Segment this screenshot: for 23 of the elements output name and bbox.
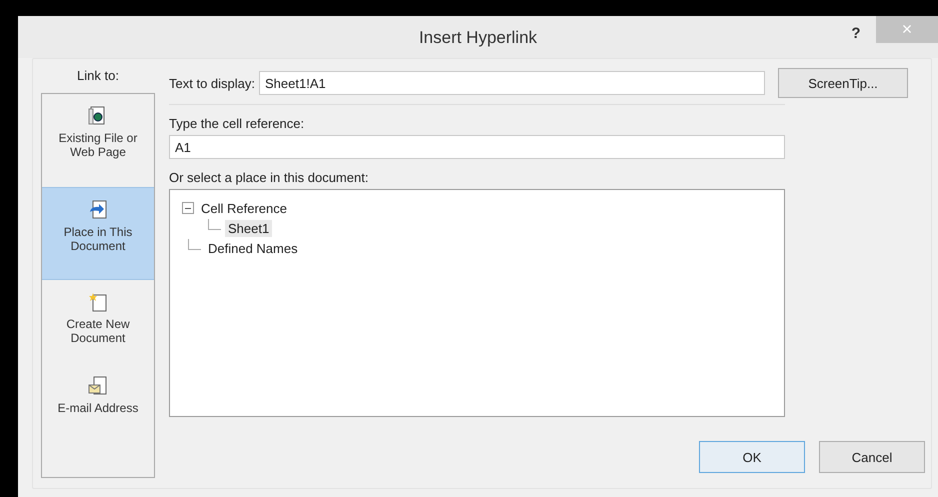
cell-reference-label: Type the cell reference: xyxy=(169,115,306,133)
screentip-button[interactable]: ScreenTip... xyxy=(778,68,908,98)
link-to-label: Link to: xyxy=(76,67,120,85)
text-to-display-field[interactable]: Sheet1!A1 xyxy=(259,71,765,95)
link-to-option[interactable]: Create New Document xyxy=(42,280,154,364)
help-button[interactable]: ? xyxy=(836,20,876,46)
link-to-option[interactable]: Existing File or Web Page xyxy=(42,94,154,187)
collapse-icon[interactable] xyxy=(182,202,194,214)
place-list-label: Or select a place in this document: xyxy=(169,169,370,187)
dialog-button[interactable]: Cancel xyxy=(819,441,925,473)
tree-item[interactable]: Defined Names xyxy=(205,240,301,256)
place-tree[interactable]: Cell Reference Sheet1 Defined Names xyxy=(169,189,785,417)
link-to-option[interactable]: E-mail Address xyxy=(42,364,154,457)
link-to-option[interactable]: Place in This Document xyxy=(42,187,154,280)
window-title: Insert Hyperlink xyxy=(418,27,538,48)
dialog-button[interactable]: OK xyxy=(699,441,805,473)
email-document-icon xyxy=(88,376,108,396)
text-to-display-label: Text to display: xyxy=(169,76,256,90)
new-document-icon xyxy=(88,292,108,312)
document-arrow-icon xyxy=(88,200,108,220)
tree-item[interactable]: Cell Reference xyxy=(198,200,290,216)
cell-reference-field[interactable]: A1 xyxy=(169,135,785,159)
tree-item[interactable]: Sheet1 xyxy=(225,220,272,236)
